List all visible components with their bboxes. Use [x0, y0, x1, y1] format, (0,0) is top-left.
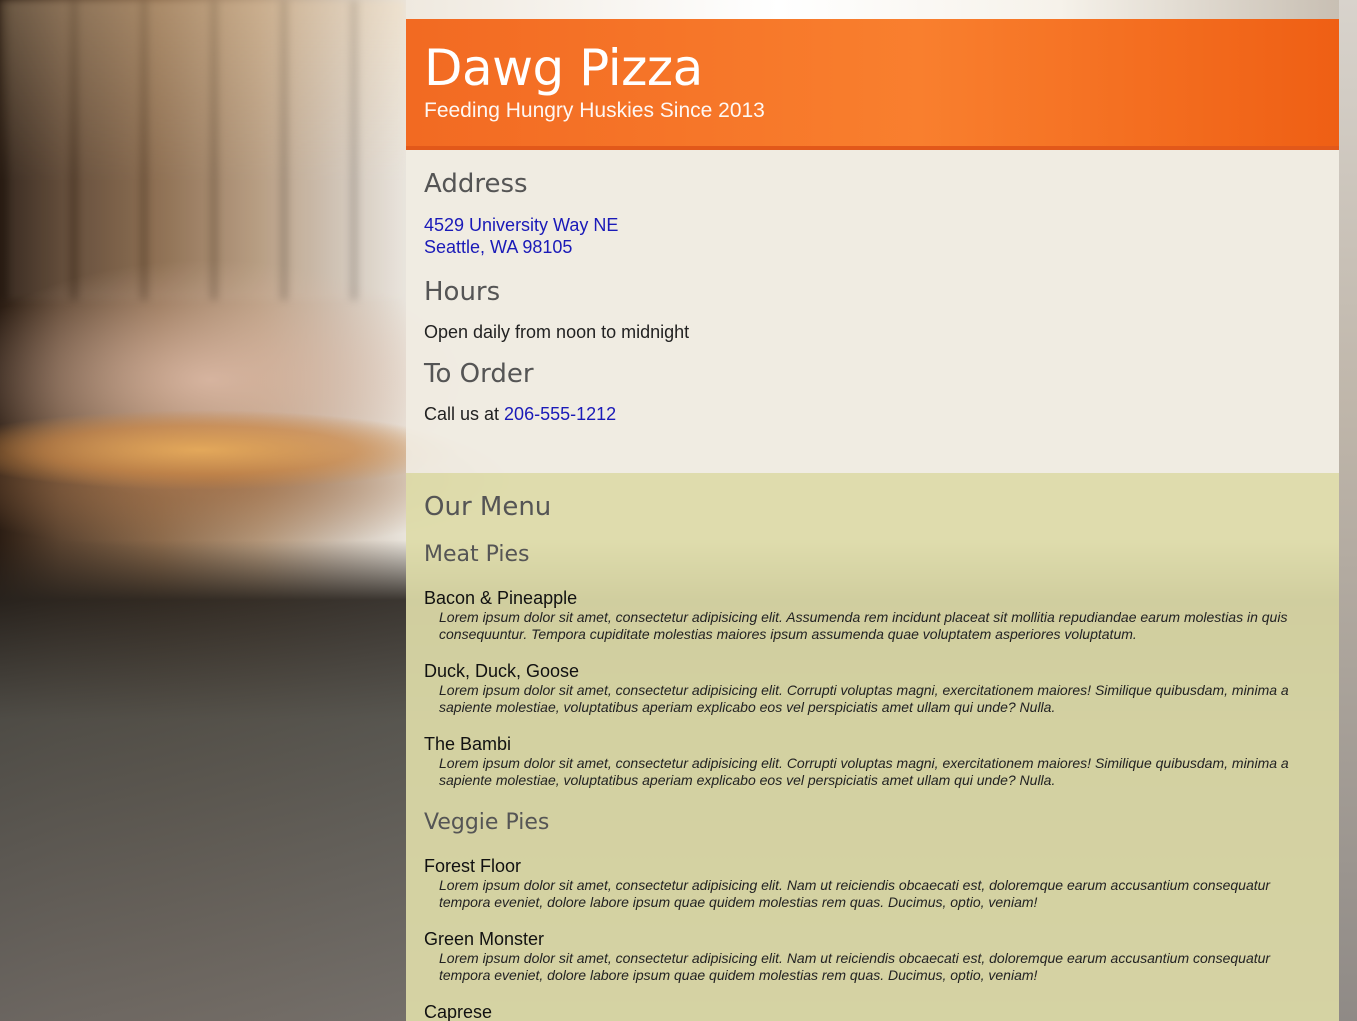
- address-link[interactable]: 4529 University Way NE Seattle, WA 98105: [424, 215, 618, 257]
- menu-item: Bacon & Pineapple Lorem ipsum dolor sit …: [424, 587, 1321, 643]
- menu-item-name: Caprese: [424, 1002, 493, 1021]
- order-prefix: Call us at: [424, 404, 505, 424]
- address-heading: Address: [424, 169, 528, 199]
- menu-list-veggie: Forest Floor Lorem ipsum dolor sit amet,…: [424, 855, 1321, 1021]
- menu-item-description: Lorem ipsum dolor sit amet, consectetur …: [439, 755, 1289, 788]
- menu-item-name: Bacon & Pineapple: [424, 588, 578, 608]
- category-heading-meat: Meat Pies: [424, 542, 530, 567]
- site-title: Dawg Pizza: [424, 39, 703, 97]
- order-text: Call us at 206-555-1212: [424, 403, 1321, 425]
- phone-link[interactable]: 206-555-1212: [504, 404, 616, 424]
- address-block: 4529 University Way NE Seattle, WA 98105: [424, 214, 1321, 258]
- menu-item-description: Lorem ipsum dolor sit amet, consectetur …: [439, 877, 1271, 910]
- menu-item: Caprese: [424, 1001, 1321, 1021]
- menu-heading: Our Menu: [424, 492, 552, 522]
- menu-list-meat: Bacon & Pineapple Lorem ipsum dolor sit …: [424, 587, 1321, 789]
- menu-item-name: Green Monster: [424, 929, 545, 949]
- menu-item-name: The Bambi: [424, 734, 512, 754]
- address-line-2: Seattle, WA 98105: [424, 237, 573, 257]
- info-section: Address 4529 University Way NE Seattle, …: [406, 150, 1339, 473]
- address-line-1: 4529 University Way NE: [424, 215, 619, 235]
- menu-item-name: Forest Floor: [424, 856, 522, 876]
- menu-item-description: Lorem ipsum dolor sit amet, consectetur …: [439, 950, 1271, 983]
- background-photo: [0, 0, 406, 300]
- order-heading: To Order: [424, 359, 534, 389]
- content-panel: Dawg Pizza Feeding Hungry Huskies Since …: [406, 19, 1339, 1021]
- background-photo-right: [1339, 0, 1357, 1021]
- menu-item-description: Lorem ipsum dolor sit amet, consectetur …: [439, 609, 1288, 642]
- site-header: Dawg Pizza Feeding Hungry Huskies Since …: [406, 19, 1339, 150]
- hours-text: Open daily from noon to midnight: [424, 322, 690, 342]
- site-tagline: Feeding Hungry Huskies Since 2013: [424, 99, 765, 122]
- menu-item: Green Monster Lorem ipsum dolor sit amet…: [424, 928, 1321, 984]
- category-heading-veggie: Veggie Pies: [424, 810, 550, 835]
- menu-section: Our Menu Meat Pies Bacon & Pineapple Lor…: [406, 473, 1339, 1021]
- menu-item: The Bambi Lorem ipsum dolor sit amet, co…: [424, 733, 1321, 789]
- hours-heading: Hours: [424, 277, 501, 307]
- background-photo-top: [406, 0, 1339, 19]
- menu-item-name: Duck, Duck, Goose: [424, 661, 580, 681]
- menu-item-description: Lorem ipsum dolor sit amet, consectetur …: [439, 682, 1289, 715]
- menu-item: Forest Floor Lorem ipsum dolor sit amet,…: [424, 855, 1321, 911]
- menu-item: Duck, Duck, Goose Lorem ipsum dolor sit …: [424, 660, 1321, 716]
